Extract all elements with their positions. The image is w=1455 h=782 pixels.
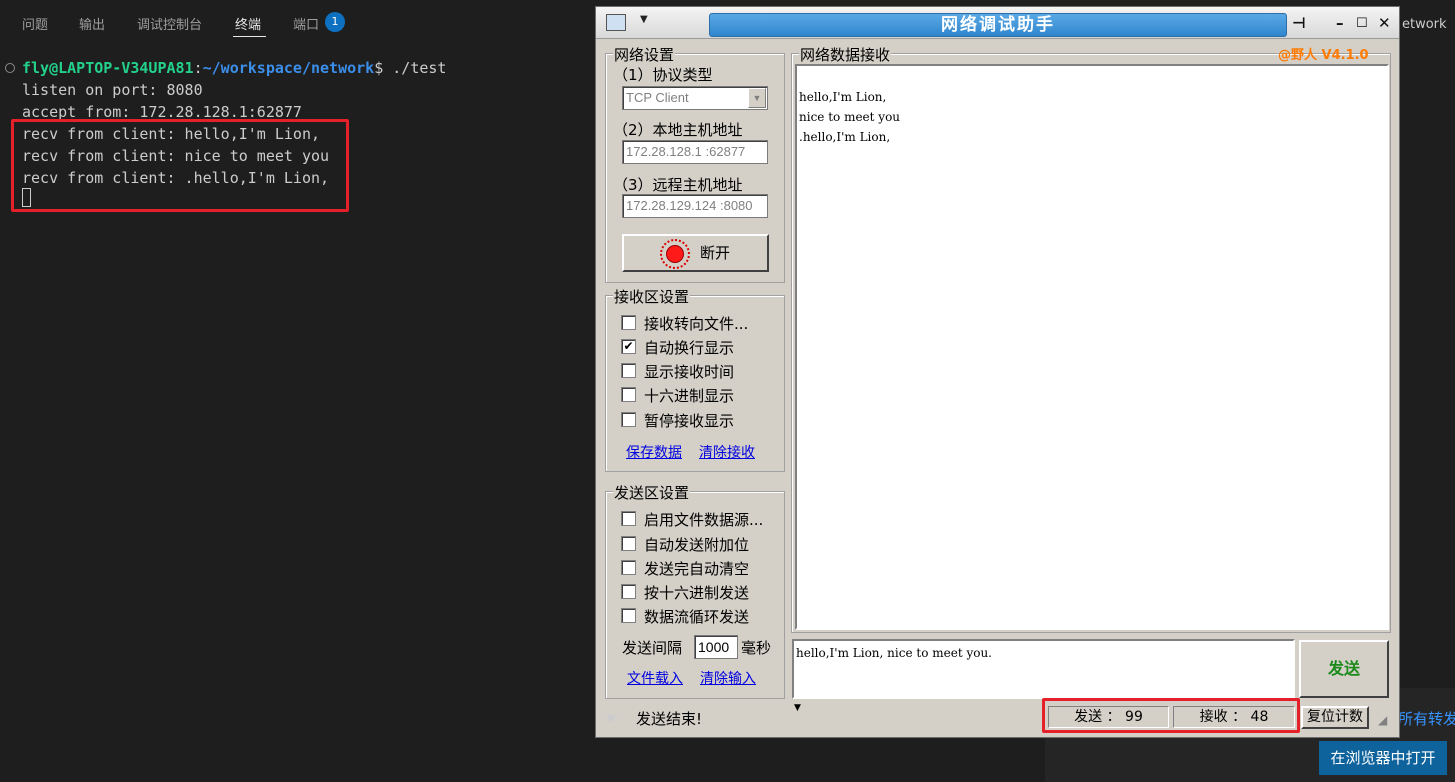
panel-tab-bar: 问题 输出 调试控制台 终端 端口 1	[0, 0, 600, 46]
clear-receive-link[interactable]: 清除接收	[699, 442, 755, 462]
received-line: .hello,I'm Lion,	[799, 130, 891, 144]
received-line: hello,I'm Lion,	[799, 90, 887, 104]
pointing-hand-icon: ☛	[606, 709, 620, 727]
resize-arrow-icon: ▼	[794, 703, 801, 713]
highlight-box-counters	[1042, 698, 1300, 733]
network-settings-title: 网络设置	[613, 44, 676, 65]
reset-count-button[interactable]: 复位计数	[1301, 706, 1369, 729]
checkbox-label: 十六进制显示	[644, 387, 735, 405]
send-interval-label: 发送间隔	[622, 639, 683, 657]
save-data-link[interactable]: 保存数据	[626, 442, 682, 462]
disconnect-button[interactable]: 断开	[622, 234, 769, 272]
load-file-link[interactable]: 文件载入	[627, 668, 683, 688]
received-line: nice to meet you	[799, 110, 901, 124]
prompt-user: fly@LAPTOP-V34UPA81	[22, 59, 194, 77]
background-path-text: etwork	[1402, 17, 1447, 32]
pin-icon[interactable]: ⊣	[1292, 14, 1306, 32]
terminal-prompt-line: fly@LAPTOP-V34UPA81:~/workspace/network$…	[22, 57, 446, 79]
status-message: 发送结束!	[636, 710, 703, 728]
ports-count-badge: 1	[325, 12, 345, 32]
connection-status-icon	[666, 245, 684, 263]
checkbox[interactable]	[621, 387, 636, 402]
interval-unit-label: 毫秒	[741, 639, 772, 657]
maximize-icon[interactable]: ☐	[1356, 16, 1368, 31]
checkbox[interactable]	[621, 412, 636, 427]
receive-textarea[interactable]: hello,I'm Lion, nice to meet you .hello,…	[795, 64, 1389, 630]
app-menu-icon[interactable]	[606, 14, 626, 31]
protocol-value: TCP Client	[626, 90, 689, 105]
checkbox[interactable]	[621, 536, 636, 551]
menu-dropdown-icon[interactable]: ▼	[640, 14, 648, 25]
send-button-label: 发送	[1327, 659, 1360, 678]
window-title: 网络调试助手	[941, 15, 1055, 35]
receive-settings-title: 接收区设置	[613, 286, 691, 307]
checkbox-label: 发送完自动清空	[644, 560, 750, 578]
protocol-label: （1）协议类型	[613, 66, 713, 84]
local-address-field[interactable]: 172.28.128.1 :62877	[622, 140, 768, 164]
checkbox[interactable]	[621, 560, 636, 575]
terminal-line: listen on port: 8080	[22, 81, 203, 99]
send-text: hello,I'm Lion, nice to meet you.	[796, 646, 992, 660]
send-textarea[interactable]: hello,I'm Lion, nice to meet you.	[792, 639, 1295, 699]
disconnect-label: 断开	[700, 244, 731, 262]
prompt-path: ~/workspace/network	[202, 59, 375, 77]
close-icon[interactable]: ✕	[1378, 14, 1391, 32]
send-settings-title: 发送区设置	[613, 482, 691, 503]
resize-grip-icon[interactable]: ◢	[1378, 713, 1387, 727]
local-address-label: （2）本地主机地址	[613, 121, 743, 139]
active-tab-indicator	[233, 36, 266, 37]
checkbox[interactable]	[621, 511, 636, 526]
tab-problems[interactable]: 问题	[22, 14, 48, 33]
highlight-box-terminal	[11, 119, 349, 212]
checkbox[interactable]	[621, 363, 636, 378]
checkbox-label: 自动发送附加位	[644, 536, 750, 554]
protocol-select[interactable]: TCP Client ▼	[622, 86, 768, 110]
checkbox[interactable]	[621, 315, 636, 330]
tab-debug-console[interactable]: 调试控制台	[137, 14, 202, 33]
chevron-down-icon[interactable]: ▼	[748, 88, 766, 108]
checkbox-label: 数据流循环发送	[644, 608, 750, 626]
checkbox-label: 按十六进制发送	[644, 584, 750, 602]
send-interval-input[interactable]: 1000	[694, 635, 738, 659]
minimize-icon[interactable]: –	[1336, 14, 1344, 32]
forward-all-link[interactable]: 所有转发	[1398, 708, 1455, 729]
checkbox-label: 启用文件数据源...	[644, 511, 764, 529]
version-label: @野人 V4.1.0	[1278, 48, 1369, 63]
checkbox-label: 显示接收时间	[644, 363, 735, 381]
checkbox[interactable]	[621, 608, 636, 623]
tab-terminal[interactable]: 终端	[235, 14, 261, 33]
clear-input-link[interactable]: 清除输入	[700, 668, 756, 688]
prompt-command: $ ./test	[374, 59, 447, 77]
open-in-browser-button[interactable]: 在浏览器中打开	[1319, 741, 1447, 775]
tab-output[interactable]: 输出	[79, 14, 105, 33]
receive-area-title: 网络数据接收	[799, 44, 892, 65]
remote-address-field[interactable]: 172.28.129.124 :8080	[622, 194, 768, 218]
prompt-separator: :	[193, 59, 203, 77]
checkbox-checked[interactable]: ✔	[621, 339, 636, 354]
title-bar[interactable]: ▼ 网络调试助手 ⊣ – ☐ ✕	[596, 7, 1399, 39]
tab-ports[interactable]: 端口	[293, 14, 319, 33]
send-button[interactable]: 发送	[1299, 640, 1389, 698]
command-status-icon[interactable]	[5, 63, 15, 73]
checkbox-label: 自动换行显示	[644, 339, 735, 357]
remote-address-label: （3）远程主机地址	[613, 176, 743, 194]
checkbox-label: 接收转向文件...	[644, 315, 749, 333]
checkbox[interactable]	[621, 584, 636, 599]
checkbox-label: 暂停接收显示	[644, 412, 735, 430]
title-pill: 网络调试助手	[709, 13, 1287, 37]
reset-count-label: 复位计数	[1307, 709, 1363, 725]
